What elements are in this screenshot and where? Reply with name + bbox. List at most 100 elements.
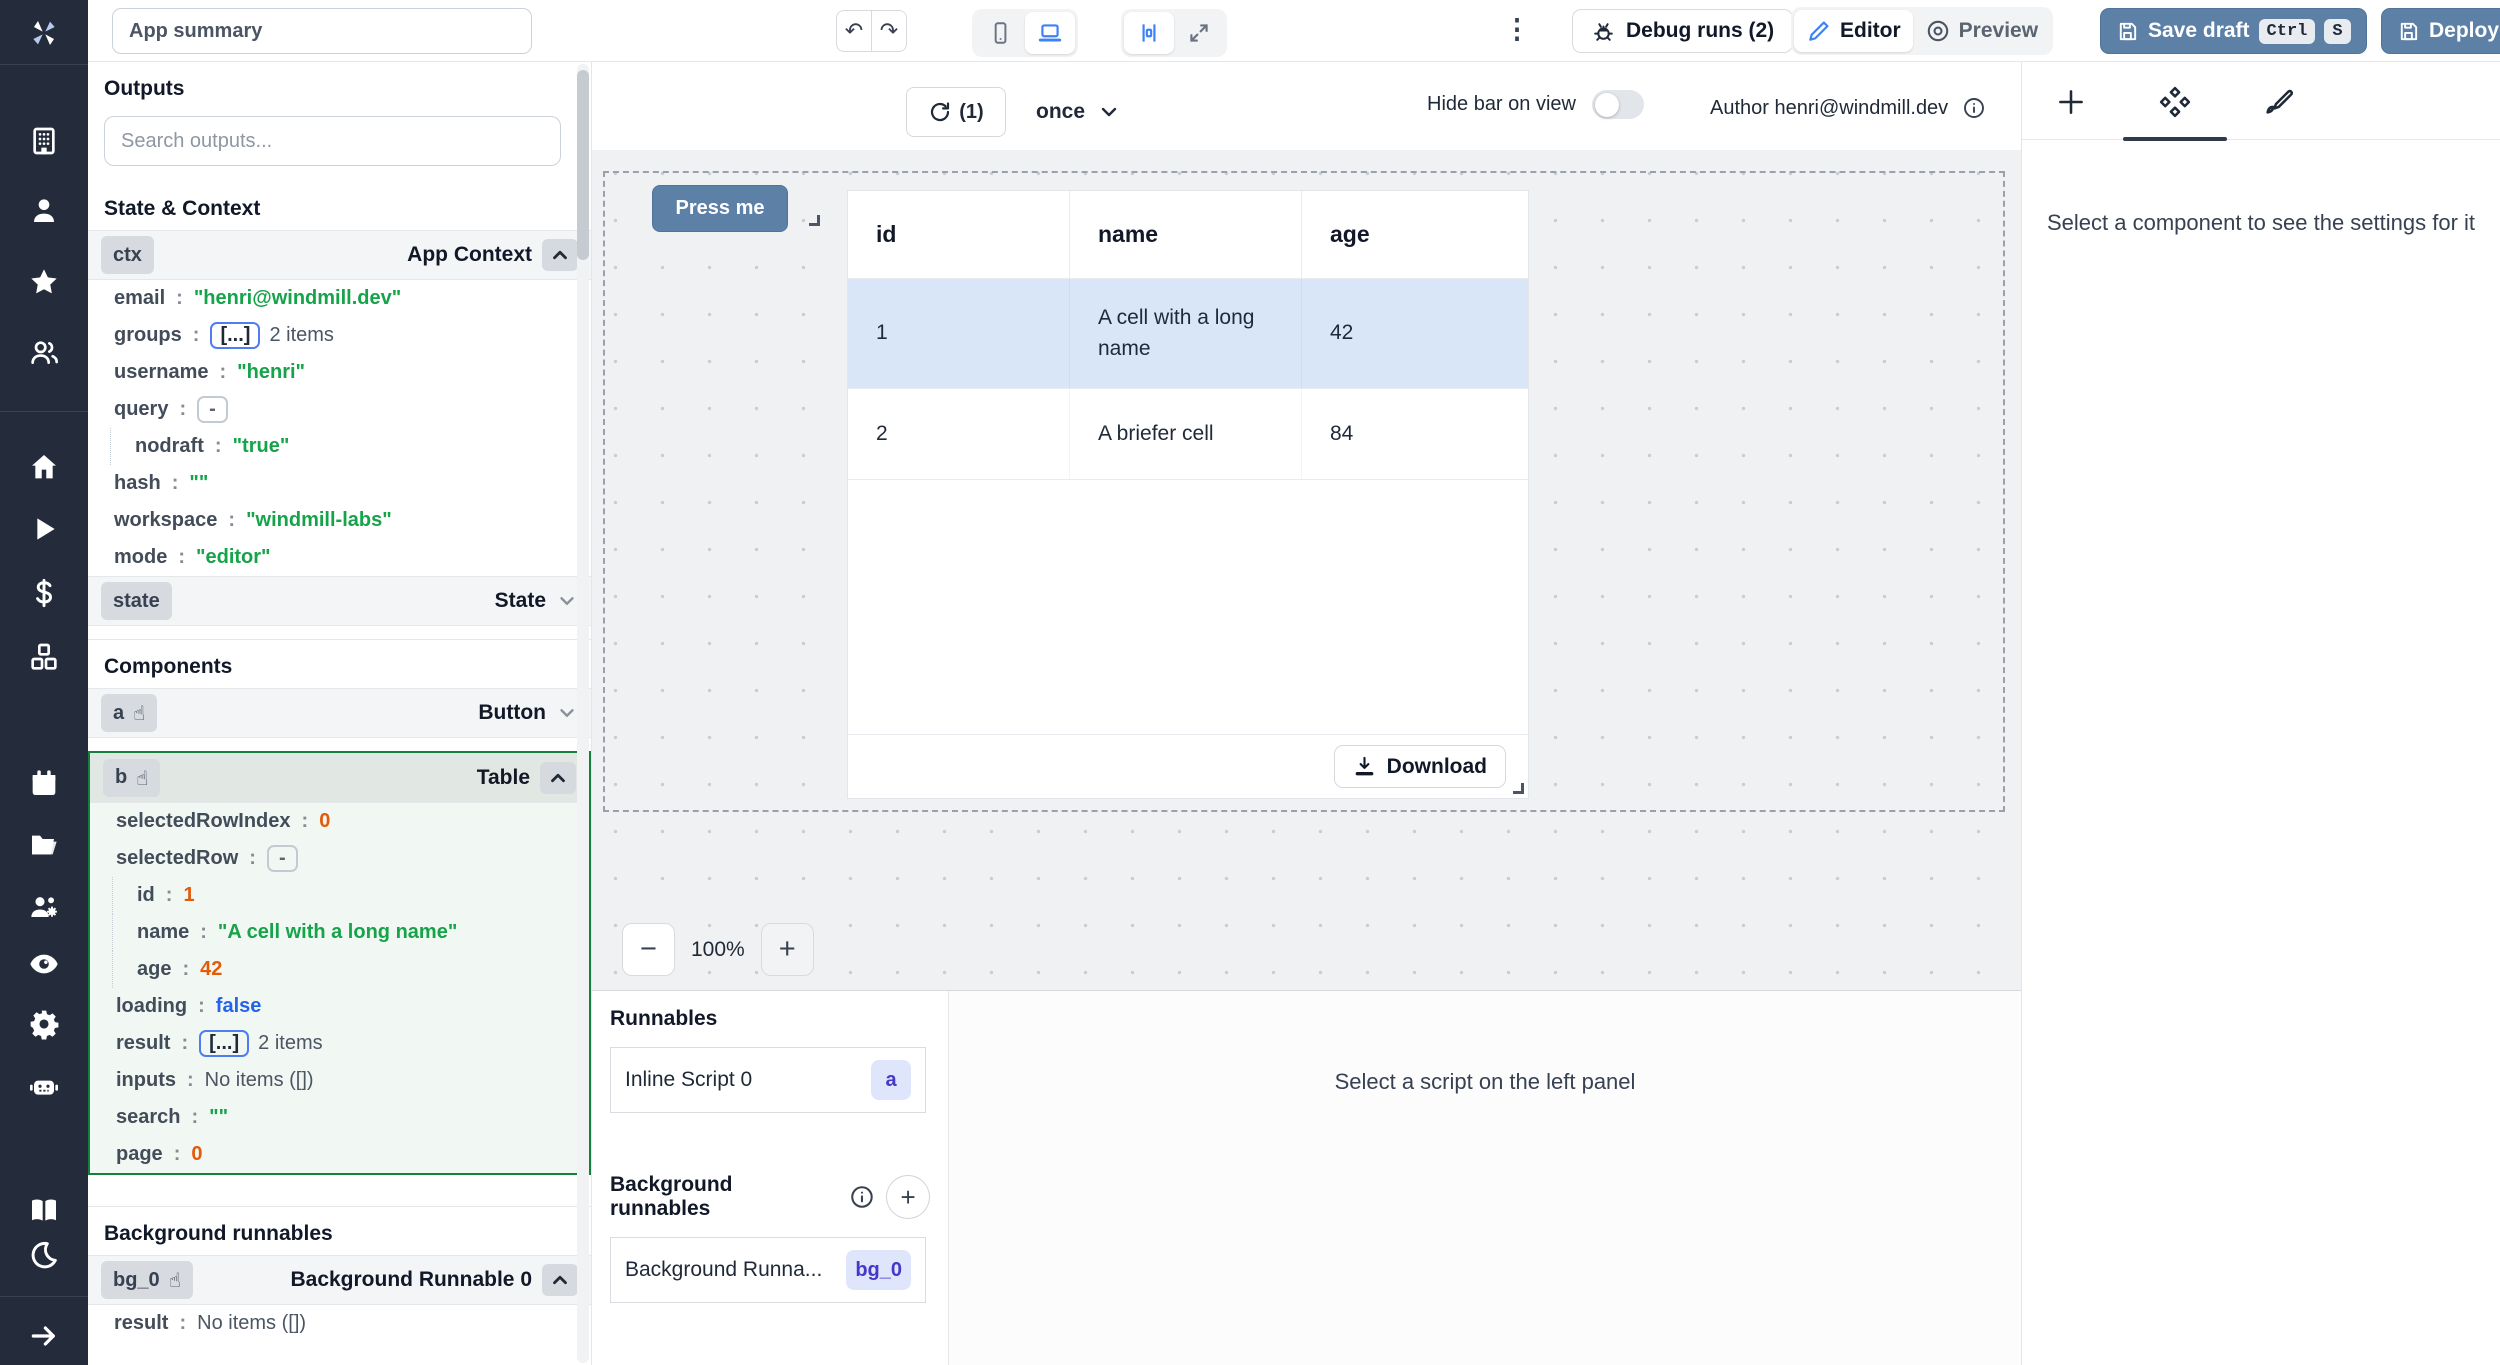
zoom-in-button[interactable]: + — [761, 923, 814, 976]
zoom-out-button[interactable]: − — [622, 923, 675, 976]
inline-script-item[interactable]: Inline Script 0 a — [610, 1047, 926, 1113]
schedules-calendar-icon[interactable] — [0, 760, 88, 806]
table-row[interactable]: 2A briefer cell84 — [848, 389, 1528, 480]
info-icon[interactable] — [849, 1184, 875, 1210]
runs-play-icon[interactable] — [0, 506, 88, 552]
add-background-runnable-button[interactable]: + — [886, 1175, 930, 1219]
home-icon[interactable] — [0, 444, 88, 490]
component-b-chip[interactable]: b☝ — [103, 759, 160, 797]
output-row-result[interactable]: result:[...]2 items — [90, 1025, 589, 1062]
variables-dollar-icon[interactable] — [0, 570, 88, 616]
refresh-button[interactable]: (1) — [906, 87, 1006, 137]
state-header-row[interactable]: state State — [88, 576, 591, 626]
deploy-button[interactable]: Deploy — [2381, 8, 2500, 54]
output-row-selectedRowIndex[interactable]: selectedRowIndex:0 — [90, 803, 589, 840]
output-row-loading[interactable]: loading:false — [90, 988, 589, 1025]
output-value[interactable]: [...] — [199, 1030, 249, 1057]
output-row-mode[interactable]: mode:"editor" — [88, 539, 591, 576]
press-me-button-component[interactable]: Press me — [652, 185, 788, 232]
component-a-expand-button[interactable] — [556, 702, 578, 724]
table-component[interactable]: idnameage 1A cell with a long name422A b… — [847, 190, 1529, 799]
undo-button[interactable]: ↶ — [836, 10, 872, 52]
fullwidth-layout-button[interactable] — [1174, 12, 1224, 54]
output-row-nodraft[interactable]: nodraft:"true" — [110, 428, 591, 465]
docs-book-icon[interactable] — [0, 1187, 88, 1233]
dark-mode-moon-icon[interactable] — [0, 1232, 88, 1278]
tab-styling[interactable] — [2256, 80, 2300, 124]
canvas-grid-zone[interactable]: Press me idnameage 1A cell with a long n… — [592, 150, 2021, 990]
table-cell[interactable]: 84 — [1302, 389, 1528, 479]
table-cell[interactable]: A cell with a long name — [1070, 279, 1302, 388]
component-b-collapse-button[interactable] — [540, 762, 576, 794]
component-b-header-row[interactable]: b☝ Table — [90, 753, 589, 803]
search-outputs-input[interactable] — [121, 130, 544, 153]
table-row[interactable]: 1A cell with a long name42 — [848, 279, 1528, 389]
resize-handle[interactable] — [809, 215, 820, 226]
bg0-collapse-button[interactable] — [542, 1264, 578, 1296]
output-value[interactable]: - — [197, 396, 228, 423]
ai-robot-icon[interactable] — [0, 1063, 88, 1109]
download-button[interactable]: Download — [1334, 745, 1506, 788]
favorites-star-icon[interactable] — [0, 259, 88, 305]
workspace-building-icon[interactable] — [0, 118, 88, 164]
output-row-workspace[interactable]: workspace:"windmill-labs" — [88, 502, 591, 539]
output-row-selectedRow[interactable]: selectedRow:- — [90, 840, 589, 877]
output-value[interactable]: - — [267, 845, 298, 872]
output-row-search[interactable]: search:"" — [90, 1099, 589, 1136]
output-row-query[interactable]: query:- — [88, 391, 591, 428]
user-icon[interactable] — [0, 187, 88, 233]
table-cell[interactable]: 42 — [1302, 279, 1528, 388]
output-row-inputs[interactable]: inputs:No items ([]) — [90, 1062, 589, 1099]
output-row-name[interactable]: name:"A cell with a long name" — [112, 914, 589, 951]
output-row-page[interactable]: page:0 — [90, 1136, 589, 1173]
tab-component-settings[interactable] — [2153, 80, 2197, 124]
ctx-header-row[interactable]: ctx App Context — [88, 230, 591, 280]
collapse-arrow-right-icon[interactable] — [0, 1313, 88, 1359]
redo-button[interactable]: ↷ — [871, 10, 907, 52]
workers-users-gear-icon[interactable] — [0, 884, 88, 930]
output-row-groups[interactable]: groups:[...]2 items — [88, 317, 591, 354]
center-layout-button[interactable] — [1124, 12, 1174, 54]
mobile-view-button[interactable] — [975, 12, 1025, 54]
ctx-id-chip[interactable]: ctx — [101, 236, 154, 274]
schedule-select[interactable]: once — [1036, 88, 1121, 136]
debug-runs-button[interactable]: Debug runs (2) — [1572, 9, 1793, 53]
info-icon[interactable] — [1962, 96, 1986, 120]
tab-insert-component[interactable] — [2049, 80, 2093, 124]
bg0-header-row[interactable]: bg_0☝ Background Runnable 0 — [88, 1255, 591, 1305]
output-row-hash[interactable]: hash:"" — [88, 465, 591, 502]
bg0-chip[interactable]: bg_0☝ — [101, 1261, 193, 1299]
app-summary-input[interactable] — [112, 8, 532, 54]
output-row-age[interactable]: age:42 — [112, 951, 589, 988]
groups-users-icon[interactable] — [0, 329, 88, 375]
state-expand-button[interactable] — [556, 590, 578, 612]
tab-preview[interactable]: Preview — [1913, 10, 2050, 52]
audit-eye-icon[interactable] — [0, 941, 88, 987]
tab-editor[interactable]: Editor — [1794, 10, 1913, 52]
resources-cubes-icon[interactable] — [0, 634, 88, 680]
output-row-id[interactable]: id:1 — [112, 877, 589, 914]
background-runnable-item[interactable]: Background Runna... bg_0 — [610, 1237, 926, 1303]
table-cell[interactable]: A briefer cell — [1070, 389, 1302, 479]
more-options-kebab-icon[interactable]: ⋮ — [1500, 14, 1534, 45]
folders-icon[interactable] — [0, 822, 88, 868]
component-a-chip[interactable]: a☝ — [101, 694, 157, 732]
scrollbar-thumb[interactable] — [577, 70, 589, 260]
resize-handle[interactable] — [1513, 783, 1524, 794]
output-row-email[interactable]: email:"henri@windmill.dev" — [88, 280, 591, 317]
output-row-username[interactable]: username:"henri" — [88, 354, 591, 391]
windmill-logo-icon[interactable] — [0, 10, 88, 56]
table-column-header-age[interactable]: age — [1302, 191, 1528, 278]
settings-gear-icon[interactable] — [0, 1001, 88, 1047]
table-column-header-id[interactable]: id — [848, 191, 1070, 278]
output-value[interactable]: [...] — [210, 322, 260, 349]
state-id-chip[interactable]: state — [101, 582, 172, 620]
ctx-collapse-button[interactable] — [542, 239, 578, 271]
component-a-header-row[interactable]: a☝ Button — [88, 688, 591, 738]
desktop-view-button[interactable] — [1025, 12, 1075, 54]
hide-bar-toggle[interactable] — [1592, 90, 1644, 119]
table-column-header-name[interactable]: name — [1070, 191, 1302, 278]
table-cell[interactable]: 1 — [848, 279, 1070, 388]
output-row-result[interactable]: result:No items ([]) — [88, 1305, 591, 1342]
save-draft-button[interactable]: Save draft Ctrl S — [2100, 8, 2367, 54]
